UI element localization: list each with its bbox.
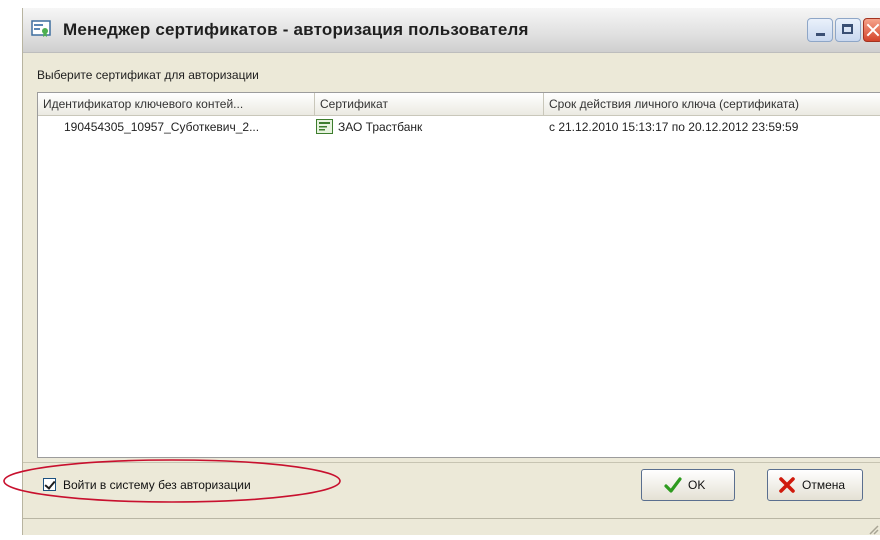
column-header-certificate[interactable]: Сертификат xyxy=(315,93,544,115)
minimize-icon[interactable] xyxy=(807,18,833,42)
login-without-auth-checkbox[interactable] xyxy=(43,478,56,491)
certificate-window-icon xyxy=(31,20,51,38)
validity-cell: с 21.12.2010 15:13:17 по 20.12.2012 23:5… xyxy=(549,120,799,134)
column-header-key-validity[interactable]: Срок действия личного ключа (сертификата… xyxy=(544,93,880,115)
cancel-button[interactable]: Отмена xyxy=(767,469,863,501)
container-id-cell: 190454305_10957_Суботкевич_2... xyxy=(64,120,260,134)
list-header: Идентификатор ключевого контей... Сертиф… xyxy=(38,93,880,116)
footer-divider xyxy=(23,462,880,463)
certificate-manager-dialog: Менеджер сертификатов - авторизация поль… xyxy=(22,8,880,535)
ok-button[interactable]: OK xyxy=(641,469,735,501)
select-certificate-prompt: Выберите сертификат для авторизации xyxy=(37,68,259,82)
window-title: Менеджер сертификатов - авторизация поль… xyxy=(63,20,529,39)
column-header-container-id[interactable]: Идентификатор ключевого контей... xyxy=(38,93,315,115)
cancel-label: Отмена xyxy=(802,478,846,492)
ok-label: OK xyxy=(688,478,706,492)
checkmark-icon xyxy=(664,476,682,494)
title-bar[interactable]: Менеджер сертификатов - авторизация поль… xyxy=(23,8,880,53)
certificate-name-cell: ЗАО Трастбанк xyxy=(338,120,423,134)
resize-grip-icon[interactable] xyxy=(867,522,879,535)
certificate-icon xyxy=(316,119,333,134)
certificate-list[interactable]: Идентификатор ключевого контей... Сертиф… xyxy=(37,92,880,458)
status-bar xyxy=(23,518,880,536)
cross-icon xyxy=(778,476,796,494)
maximize-icon[interactable] xyxy=(835,18,861,42)
login-without-auth-label[interactable]: Войти в систему без авторизации xyxy=(63,478,251,492)
close-icon[interactable] xyxy=(863,18,880,42)
table-row[interactable]: 190454305_10957_Суботкевич_2... ЗАО Трас… xyxy=(38,116,880,138)
